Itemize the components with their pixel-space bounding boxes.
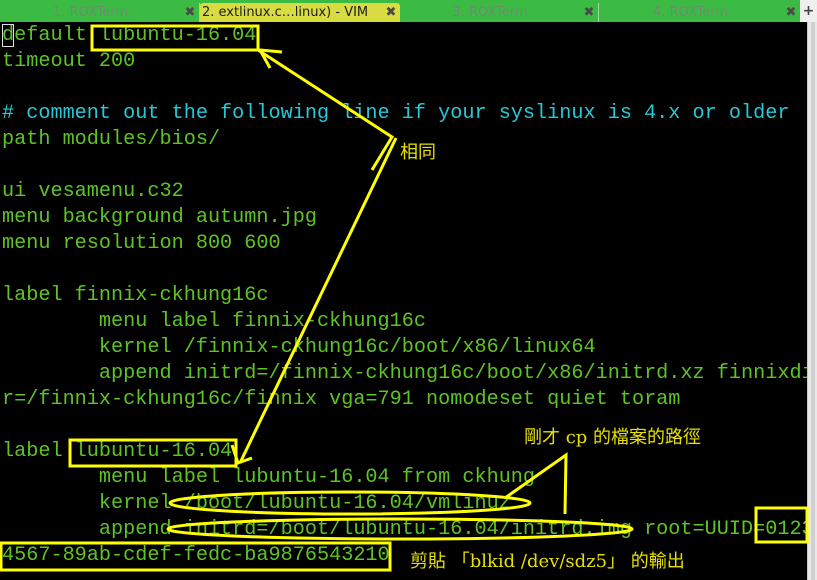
editor-line: timeout 200	[2, 50, 136, 73]
editor-line: 4567-89ab-cdef-fedc-ba9876543210	[2, 544, 390, 567]
editor-line: append initrd=/finnix-ckhung16c/boot/x86…	[2, 362, 814, 385]
tab-label: 2. extlinux.c…linux) - VIM	[202, 5, 369, 20]
editor-line: menu background autumn.jpg	[2, 206, 317, 229]
annotation-cp-path: 剛才 cp 的檔案的路徑	[524, 427, 702, 448]
editor-line: menu resolution 800 600	[2, 232, 281, 255]
close-tab-icon[interactable]: ✖	[382, 5, 400, 20]
tab-label: 1. ROXTerm	[52, 5, 129, 20]
editor-line: append initrd=/boot/lubuntu-16.04/initrd…	[2, 518, 814, 541]
editor-line: # comment out the following line if your…	[2, 102, 790, 125]
text-cursor: d	[2, 24, 15, 47]
editor-line: menu label finnix-ckhung16c	[2, 310, 427, 333]
editor-line: menu label lubuntu-16.04 from ckhung	[2, 466, 536, 489]
tab-roxterm-4[interactable]: 4. ROXTerm ✖	[599, 3, 800, 22]
editor-line: default lubuntu-16.04	[2, 24, 257, 47]
scrollbar-thumb[interactable]	[811, 22, 815, 580]
tab-bar: 1. ROXTerm ✖ 2. extlinux.c…linux) - VIM …	[0, 0, 817, 22]
tab-vim-extlinux[interactable]: 2. extlinux.c…linux) - VIM ✖	[200, 3, 400, 22]
vim-editor-buffer[interactable]: default lubuntu-16.04 timeout 200 # commen…	[2, 23, 814, 569]
editor-line: kernel /boot/lubuntu-16.04/vmlinuz	[2, 492, 511, 515]
editor-line: ui vesamenu.c32	[2, 180, 184, 203]
annotation-paste-blkid: 剪貼 「blkid /dev/sdz5」 的輸出	[410, 551, 685, 572]
close-tab-icon[interactable]: ✖	[181, 5, 199, 20]
new-tab-button[interactable]: +	[800, 0, 817, 22]
tab-roxterm-3[interactable]: 3. ROXTerm ✖	[400, 3, 599, 22]
annotation-same: 相同	[400, 142, 436, 163]
close-tab-icon[interactable]: ✖	[782, 5, 800, 20]
tab-label: 4. ROXTerm	[652, 5, 729, 20]
editor-line: kernel /finnix-ckhung16c/boot/x86/linux6…	[2, 336, 596, 359]
close-tab-icon[interactable]: ✖	[580, 5, 598, 20]
tab-roxterm-1[interactable]: 1. ROXTerm ✖	[0, 3, 200, 22]
editor-line: r=/finnix-ckhung16c/finnix vga=791 nomod…	[2, 388, 681, 411]
editor-line: label finnix-ckhung16c	[2, 284, 269, 307]
tab-label: 3. ROXTerm	[452, 5, 528, 20]
scrollbar[interactable]	[807, 22, 817, 580]
